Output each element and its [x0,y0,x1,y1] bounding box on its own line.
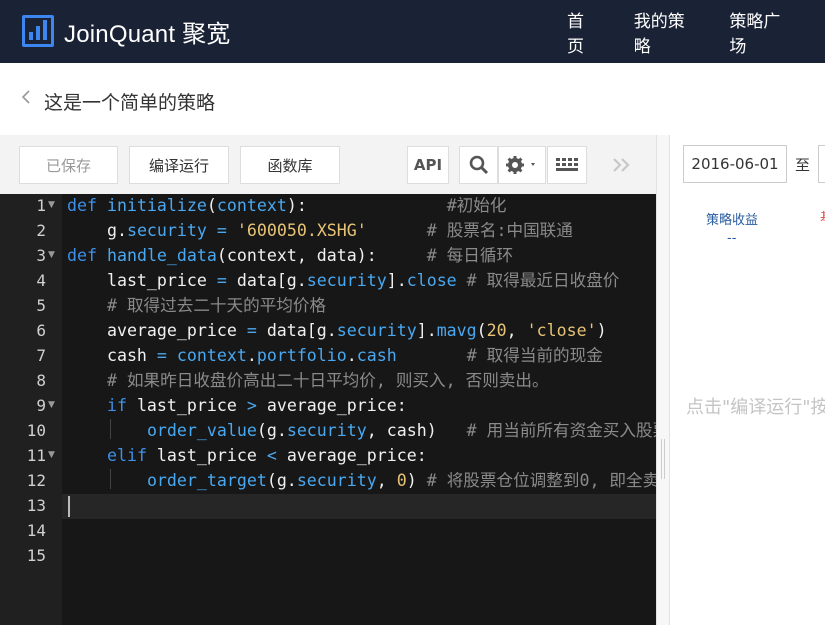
nav-my-strategies[interactable]: 我的策略 [634,7,692,57]
code-line[interactable]: order_value(g.security, cash) # 用当前所有资金买… [67,418,656,443]
code-line[interactable]: def initialize(context): #初始化 [67,194,506,218]
line-number: 6 [36,321,46,340]
search-icon[interactable] [459,146,498,184]
saved-button[interactable]: 已保存 [19,146,118,184]
keyboard-icon[interactable] [547,146,587,184]
api-button[interactable]: API [407,146,449,184]
strategy-return-value: -- [727,231,737,246]
page-header: 这是一个简单的策略 [0,63,825,135]
editor-toolbar: 已保存 编译运行 函数库 API [0,135,656,194]
function-library-button[interactable]: 函数库 [240,146,340,184]
main-nav: 首页 我的策略 策略广场 [567,0,825,63]
line-number-gutter: 1 2 3 4 5 6 7 8 9 10 11 12 13 14 15 ▼ ▼ … [0,194,62,625]
panel-splitter[interactable] [656,135,670,625]
fold-arrow-icon[interactable]: ▼ [48,243,55,268]
nav-strategy-square[interactable]: 策略广场 [729,7,787,57]
line-number: 11 [26,446,46,465]
text-cursor [68,496,70,517]
logo-icon [22,15,54,47]
active-line-highlight [62,494,656,519]
code-line[interactable]: order_target(g.security, 0) # 将股票仓位调整到0,… [67,468,656,493]
brand-name: JoinQuant 聚宽 [64,20,231,48]
next-metric-label-clipped: 基 [820,207,825,221]
code-line[interactable]: cash = context.portfolio.cash # 取得当前的现金 [67,343,603,368]
nav-home[interactable]: 首页 [567,7,596,57]
code-editor[interactable]: 1 2 3 4 5 6 7 8 9 10 11 12 13 14 15 ▼ ▼ … [0,194,656,625]
code-line[interactable]: last_price = data[g.security].close # 取得… [67,268,619,293]
code-line[interactable]: # 取得过去二十天的平均价格 [67,293,326,318]
code-line[interactable]: def handle_data(context, data): # 每日循环 [67,243,513,268]
backtest-panel: 2016-06-01 至 策略收益 -- 基 点击"编译运行"按钮 [670,135,825,625]
page-title[interactable]: 这是一个简单的策略 [44,88,215,115]
line-number: 15 [26,546,46,565]
run-hint-text: 点击"编译运行"按钮 [686,397,825,418]
strategy-return-label: 策略收益 [706,213,759,228]
line-number: 13 [26,496,46,515]
line-number: 5 [36,296,46,315]
line-number: 12 [26,471,46,490]
line-number: 8 [36,371,46,390]
line-number: 10 [26,421,46,440]
code-line[interactable]: # 如果昨日收盘价高出二十日平均价, 则买入, 否则卖出。 [67,368,549,393]
code-line[interactable]: elif last_price < average_price: [67,443,427,468]
date-range-separator: 至 [795,156,811,174]
end-date-input[interactable] [818,145,825,183]
drag-handle-icon[interactable] [661,439,665,479]
fold-arrow-icon[interactable]: ▼ [48,194,55,218]
line-number: 3 [36,246,46,265]
line-number: 1 [36,196,46,215]
code-line[interactable]: average_price = data[g.security].mavg(20… [67,318,607,343]
back-chevron-icon[interactable] [20,89,32,105]
code-line[interactable]: g.security = '600050.XSHG' # 股票名:中国联通 [67,218,573,243]
top-navbar: JoinQuant 聚宽 首页 我的策略 策略广场 [0,0,825,63]
fold-arrow-icon[interactable]: ▼ [48,393,55,418]
brand-logo[interactable]: JoinQuant 聚宽 [22,14,230,48]
line-number: 9 [36,396,46,415]
line-number: 2 [36,221,46,240]
start-date-input[interactable]: 2016-06-01 [683,145,787,183]
compile-run-button[interactable]: 编译运行 [129,146,229,184]
code-line[interactable]: if last_price > average_price: [67,393,407,418]
line-number: 7 [36,346,46,365]
settings-gear-icon[interactable] [498,146,546,184]
fold-arrow-icon[interactable]: ▼ [48,443,55,468]
line-number: 4 [36,271,46,290]
line-number: 14 [26,521,46,540]
collapse-panel-icon[interactable] [612,157,634,177]
